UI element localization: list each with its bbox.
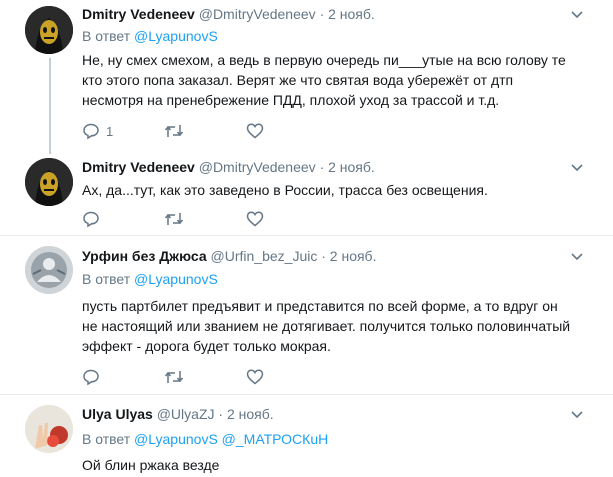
tweet-text: Не, ну смех смехом, а ведь в первую очер… bbox=[82, 52, 566, 108]
reply-icon bbox=[83, 123, 99, 140]
reply-button[interactable] bbox=[82, 368, 100, 386]
reply-count: 1 bbox=[106, 123, 114, 139]
thread-line bbox=[49, 58, 51, 154]
reply-mention[interactable]: @LyapunovS bbox=[134, 431, 218, 447]
retweet-icon bbox=[164, 371, 184, 383]
retweet-icon bbox=[164, 125, 184, 137]
chevron-down-icon[interactable] bbox=[570, 408, 584, 422]
tweet-text: Ой блин ржака везде bbox=[82, 457, 220, 473]
tweet-text: Ах, да...тут, как это заведено в России,… bbox=[82, 182, 488, 198]
display-name[interactable]: Dmitry Vedeneev bbox=[82, 159, 195, 175]
reply-button[interactable] bbox=[82, 210, 100, 228]
like-button[interactable] bbox=[246, 210, 264, 228]
chevron-down-icon[interactable] bbox=[570, 250, 584, 264]
reply-context: В ответ @LyapunovS bbox=[82, 28, 218, 44]
reply-mention[interactable]: @LyapunovS bbox=[134, 271, 218, 287]
avatar[interactable] bbox=[25, 246, 73, 294]
chevron-down-icon[interactable] bbox=[570, 161, 584, 175]
tweet-1[interactable]: Dmitry Vedeneev @DmitryVedeneev · 2 нояб… bbox=[0, 0, 613, 154]
timestamp[interactable]: · 2 нояб. bbox=[320, 6, 375, 22]
reply-context: В ответ @LyapunovS bbox=[82, 271, 218, 287]
tweet-3[interactable]: Урфин без Джюса @Urfin_bez_Juic · 2 нояб… bbox=[0, 236, 613, 394]
tweet-2[interactable]: Dmitry Vedeneev @DmitryVedeneev · 2 нояб… bbox=[0, 150, 613, 234]
display-name[interactable]: Урфин без Джюса bbox=[82, 248, 207, 264]
tweet-actions: 1 bbox=[82, 122, 282, 142]
tweet-4[interactable]: Ulya Ulyas @UlyaZJ · 2 нояб. В ответ @Ly… bbox=[0, 395, 613, 477]
retweet-icon bbox=[164, 213, 184, 225]
reply-prefix: В ответ bbox=[82, 28, 131, 44]
reply-prefix: В ответ bbox=[82, 271, 131, 287]
avatar[interactable] bbox=[25, 158, 73, 206]
timestamp[interactable]: · 2 нояб. bbox=[321, 248, 376, 264]
tweet-text: пусть партбилет предъявит и представится… bbox=[82, 298, 571, 354]
retweet-button[interactable] bbox=[164, 122, 184, 140]
like-button[interactable] bbox=[246, 122, 264, 140]
avatar[interactable] bbox=[25, 6, 73, 54]
handle[interactable]: @DmitryVedeneev bbox=[199, 159, 316, 175]
display-name[interactable]: Dmitry Vedeneev bbox=[82, 6, 195, 22]
reply-icon bbox=[83, 369, 99, 386]
chevron-down-icon[interactable] bbox=[570, 8, 584, 22]
handle[interactable]: @DmitryVedeneev bbox=[199, 6, 316, 22]
retweet-button[interactable] bbox=[164, 368, 184, 386]
reply-icon bbox=[83, 211, 99, 228]
tweet-header: Ulya Ulyas @UlyaZJ · 2 нояб. bbox=[82, 406, 274, 422]
reply-button[interactable]: 1 bbox=[82, 122, 113, 140]
timestamp[interactable]: · 2 нояб. bbox=[218, 406, 273, 422]
tweet-actions bbox=[82, 368, 282, 388]
tweet-header: Dmitry Vedeneev @DmitryVedeneev · 2 нояб… bbox=[82, 159, 375, 175]
tweet-actions bbox=[82, 210, 282, 230]
tweet-header: Урфин без Джюса @Urfin_bez_Juic · 2 нояб… bbox=[82, 248, 376, 264]
handle[interactable]: @UlyaZJ bbox=[157, 406, 215, 422]
display-name[interactable]: Ulya Ulyas bbox=[82, 406, 153, 422]
reply-prefix: В ответ bbox=[82, 431, 131, 447]
handle[interactable]: @Urfin_bez_Juic bbox=[211, 248, 318, 264]
reply-mention[interactable]: @LyapunovS bbox=[134, 28, 218, 44]
retweet-button[interactable] bbox=[164, 210, 184, 228]
heart-icon bbox=[246, 123, 264, 139]
reply-mention-2[interactable]: @_МАТРОСКuH bbox=[222, 431, 329, 447]
like-button[interactable] bbox=[246, 368, 264, 386]
heart-icon bbox=[246, 211, 264, 227]
heart-icon bbox=[246, 369, 264, 385]
tweet-header: Dmitry Vedeneev @DmitryVedeneev · 2 нояб… bbox=[82, 6, 375, 22]
reply-context: В ответ @LyapunovS @_МАТРОСКuH bbox=[82, 431, 328, 447]
avatar[interactable] bbox=[25, 405, 73, 453]
timestamp[interactable]: · 2 нояб. bbox=[320, 159, 375, 175]
